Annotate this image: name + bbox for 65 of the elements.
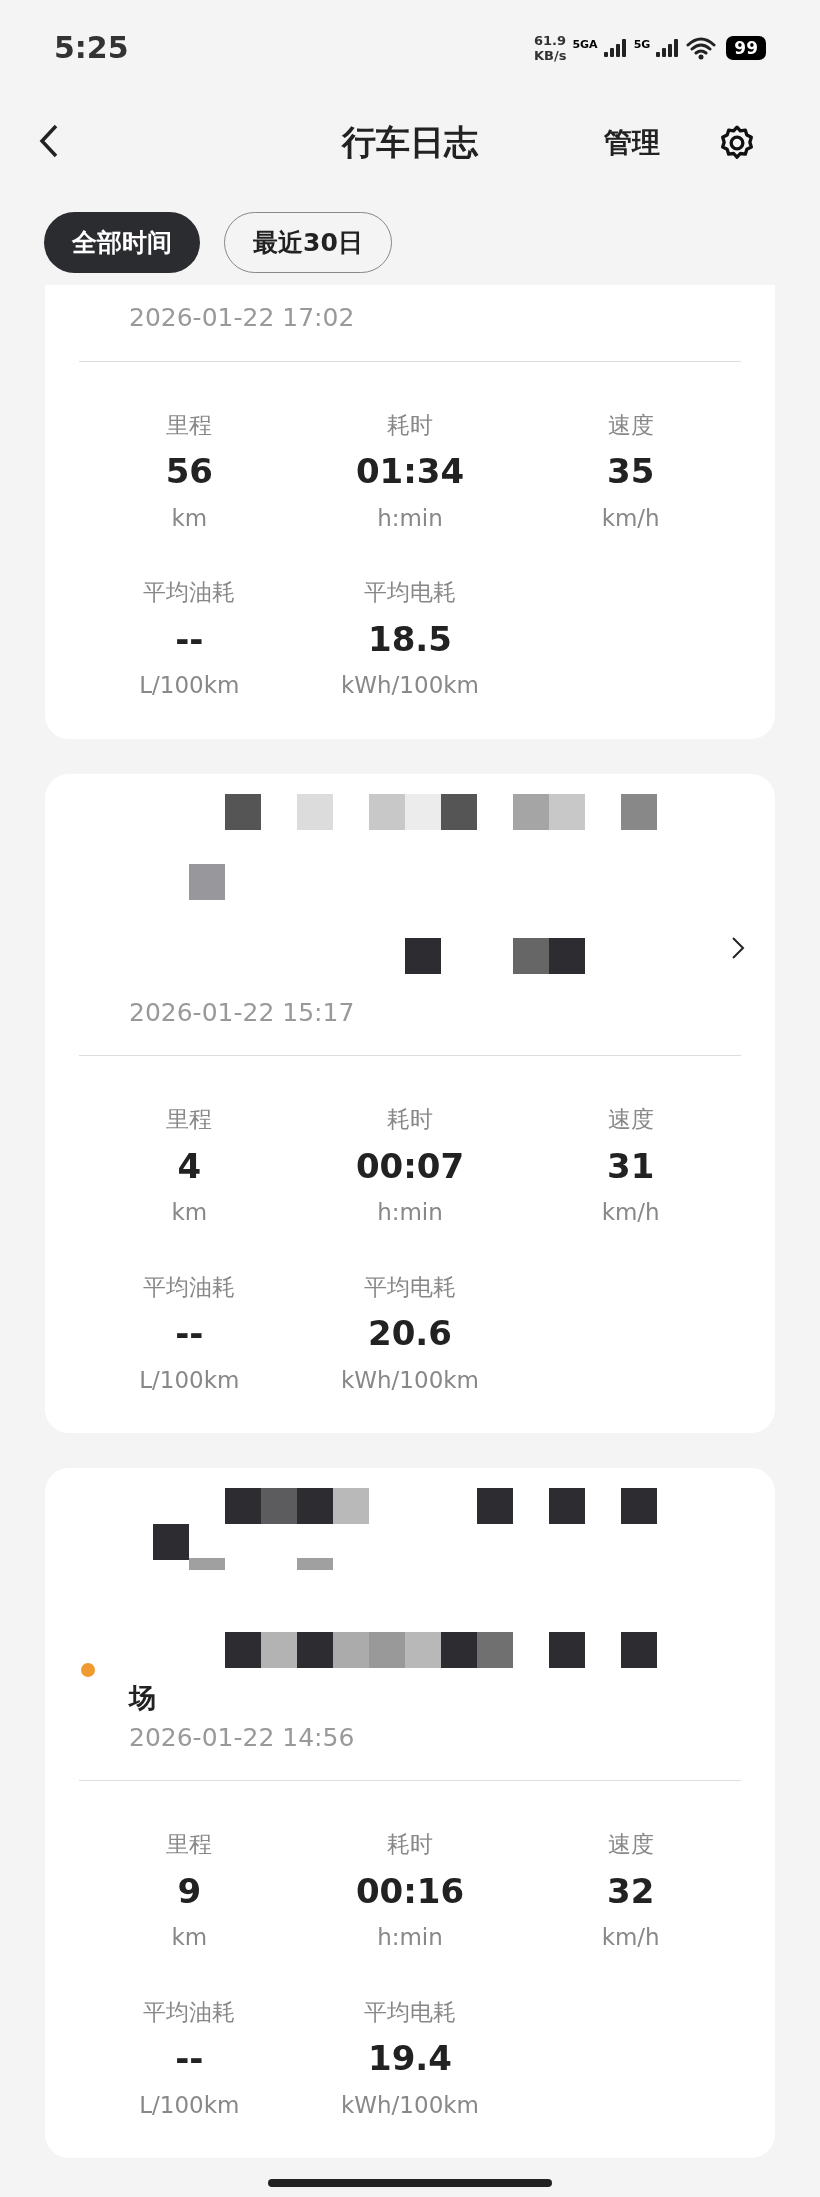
trip-card[interactable]: 2026-01-22 17:02 里程 56 km 耗时 01:34 h:min 速度 35 km/h 平均油耗 -- L/100km 平均电耗 18.5 kWh/100km: [45, 285, 775, 739]
chevron-right-icon[interactable]: [731, 935, 745, 960]
metric-unit: km/h: [601, 1198, 660, 1227]
filter-chip[interactable]: 全部时间: [44, 212, 200, 273]
network-speed: 61.9 KB/s: [533, 32, 567, 63]
battery-indicator: 99: [726, 35, 766, 60]
metric-label: 里程: [166, 1830, 213, 1859]
trip-card[interactable]: 2026-01-22 15:17 里程 4 km 耗时 00:07 h:min 速度 31 km/h 平均油耗 -- L/100km 平均电耗 20.6 kWh/100km: [45, 773, 775, 1433]
metric-value: 4: [177, 1144, 202, 1187]
wifi-icon: [686, 35, 717, 60]
metric-value: 00:07: [355, 1144, 465, 1187]
metric-value: 00:16: [355, 1869, 465, 1912]
metric-value: --: [175, 617, 204, 660]
metric-value: --: [175, 2037, 204, 2080]
metric-unit: km: [171, 503, 208, 533]
network-type: 5GA: [572, 36, 598, 53]
metric-unit: kWh/100km: [341, 671, 479, 700]
metric-value: 19.4: [368, 2037, 452, 2080]
metric-unit: km: [171, 1923, 208, 1952]
metric-label: 耗时: [387, 410, 433, 440]
metric-value: --: [175, 1312, 204, 1355]
trip-card[interactable]: 场 2026-01-22 14:56 里程 9 km 耗时 00:16 h:min 速度 32 km/h 平均油耗 -- L/100km 平均电耗 19.4 kWh/100km: [45, 1468, 775, 2158]
metric-unit: km/h: [601, 1923, 660, 1952]
signal-icon: [603, 38, 628, 57]
metric-label: 平均电耗: [364, 1997, 456, 2027]
metric-label: 耗时: [387, 1830, 433, 1859]
metric-label: 速度: [607, 1830, 654, 1859]
metric-value: 35: [607, 450, 655, 493]
place-name: 场: [129, 1681, 157, 1715]
metric-value: 32: [607, 1869, 655, 1912]
metric-value: 31: [607, 1144, 655, 1187]
metric-label: 平均电耗: [364, 1272, 456, 1302]
metric-unit: h:min: [377, 1923, 443, 1952]
metric-value: 20.6: [368, 1312, 452, 1355]
network-type: 5G: [633, 36, 651, 53]
metric-value: 9: [177, 1869, 202, 1912]
metric-unit: L/100km: [139, 1365, 240, 1395]
metric-value: 18.5: [368, 617, 452, 660]
metric-unit: kWh/100km: [341, 2090, 479, 2120]
metric-label: 平均油耗: [143, 1272, 236, 1302]
metric-label: 速度: [607, 410, 654, 440]
manage-button[interactable]: 管理: [604, 121, 660, 164]
trip-datetime: 2026-01-22 17:02: [129, 302, 356, 334]
metric-unit: km/h: [601, 503, 660, 533]
back-icon[interactable]: [38, 123, 60, 159]
metric-unit: kWh/100km: [341, 1365, 479, 1395]
page-title: 行车日志: [342, 121, 478, 164]
metric-unit: h:min: [377, 1198, 443, 1227]
metric-unit: km: [171, 1198, 208, 1227]
metric-label: 平均油耗: [143, 578, 236, 607]
trip-datetime: 2026-01-22 15:17: [129, 996, 356, 1029]
metric-unit: h:min: [377, 503, 443, 533]
metric-label: 耗时: [387, 1105, 433, 1134]
trip-datetime: 2026-01-22 14:56: [129, 1721, 356, 1754]
metric-label: 里程: [166, 1105, 213, 1134]
metric-value: 56: [165, 450, 213, 493]
metric-label: 平均电耗: [364, 578, 456, 607]
metric-unit: L/100km: [139, 2090, 240, 2120]
metric-unit: L/100km: [139, 671, 240, 700]
metric-label: 平均油耗: [143, 1997, 236, 2027]
metric-value: 01:34: [355, 450, 465, 493]
metric-label: 里程: [166, 410, 213, 440]
status-time: 5:25: [54, 29, 129, 67]
metric-label: 速度: [607, 1105, 654, 1134]
signal-icon: [656, 38, 681, 57]
